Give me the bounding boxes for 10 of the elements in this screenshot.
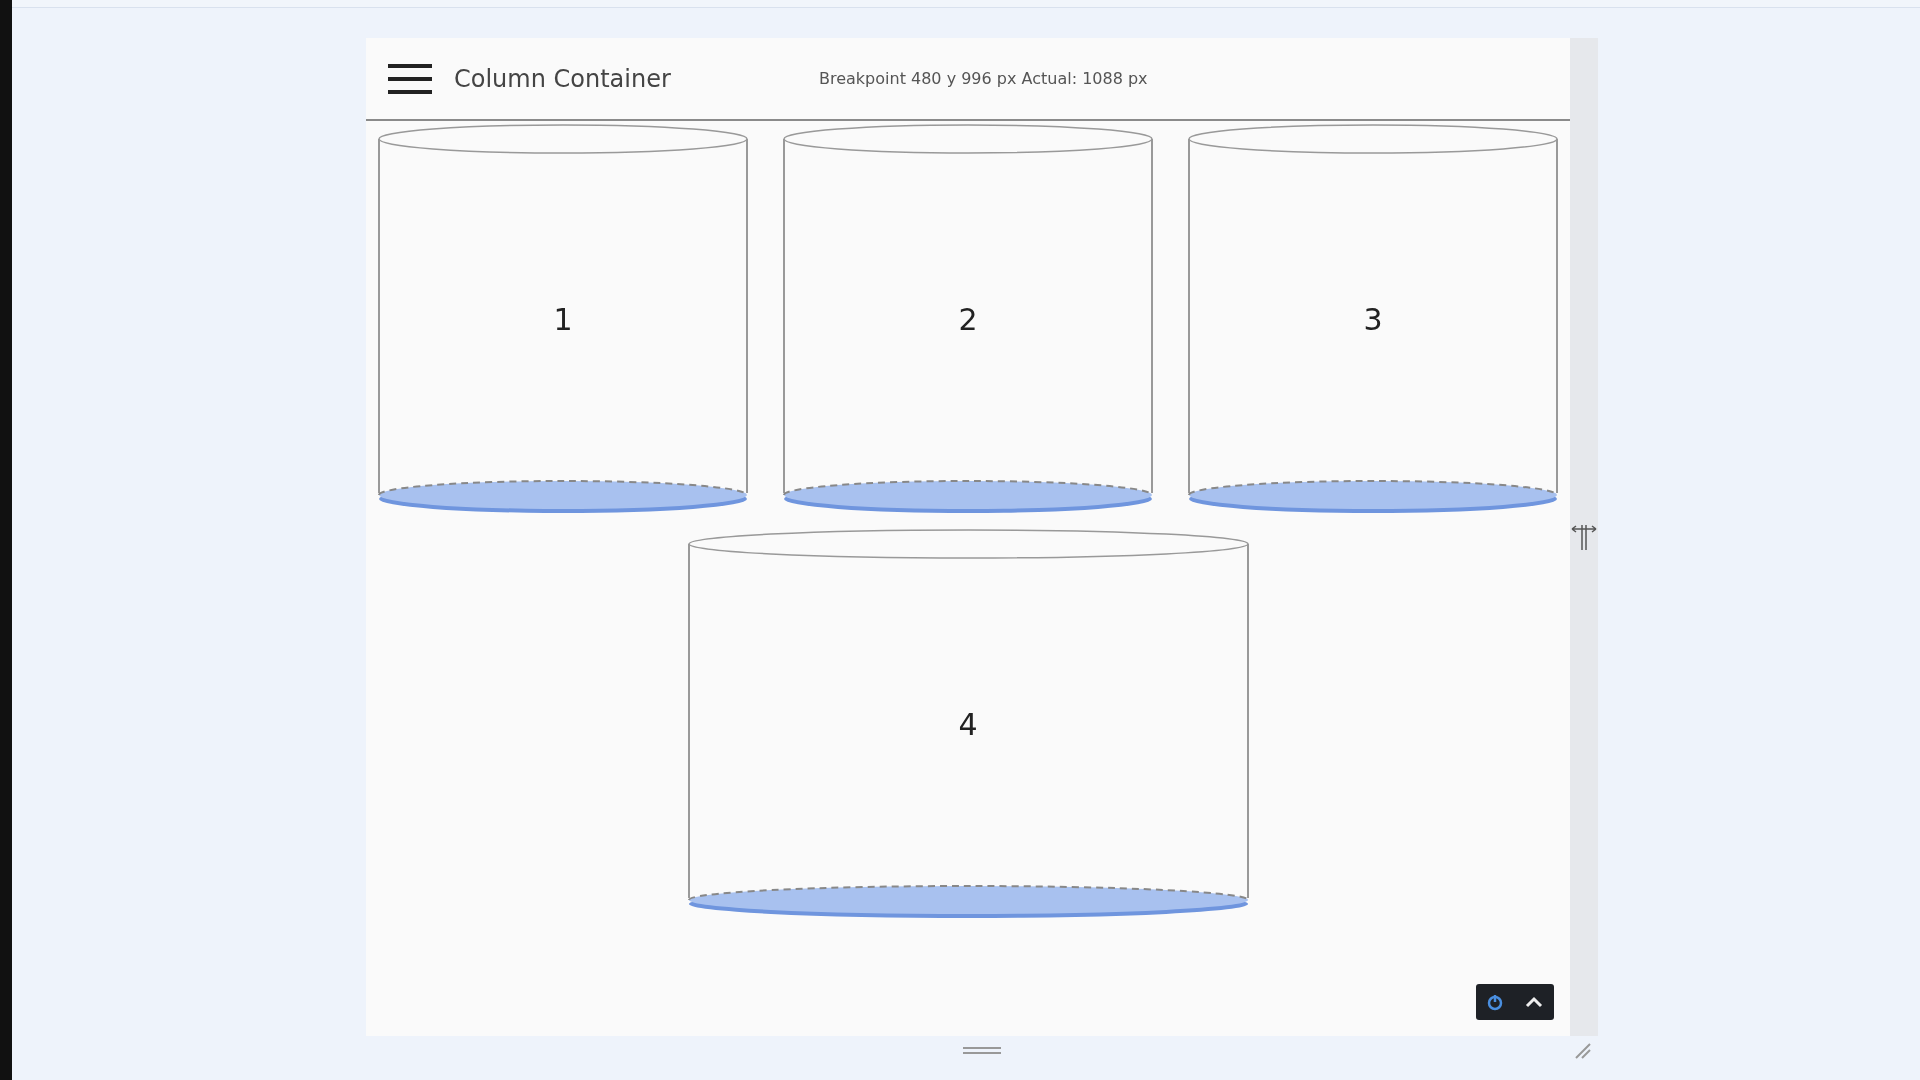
resize-cursor-icon [1570, 523, 1598, 551]
page-title: Column Container [454, 64, 672, 93]
column-number: 2 [958, 301, 978, 337]
column-number: 4 [958, 706, 978, 742]
resize-corner-icon[interactable] [1574, 1042, 1592, 1060]
menu-icon[interactable] [388, 63, 432, 94]
column-number: 3 [1363, 301, 1383, 337]
breakpoint-info: Breakpoint 480 y 996 px Actual: 1088 px [819, 69, 1148, 88]
column-number: 1 [553, 301, 573, 337]
drag-handle-icon[interactable] [963, 1047, 1001, 1055]
